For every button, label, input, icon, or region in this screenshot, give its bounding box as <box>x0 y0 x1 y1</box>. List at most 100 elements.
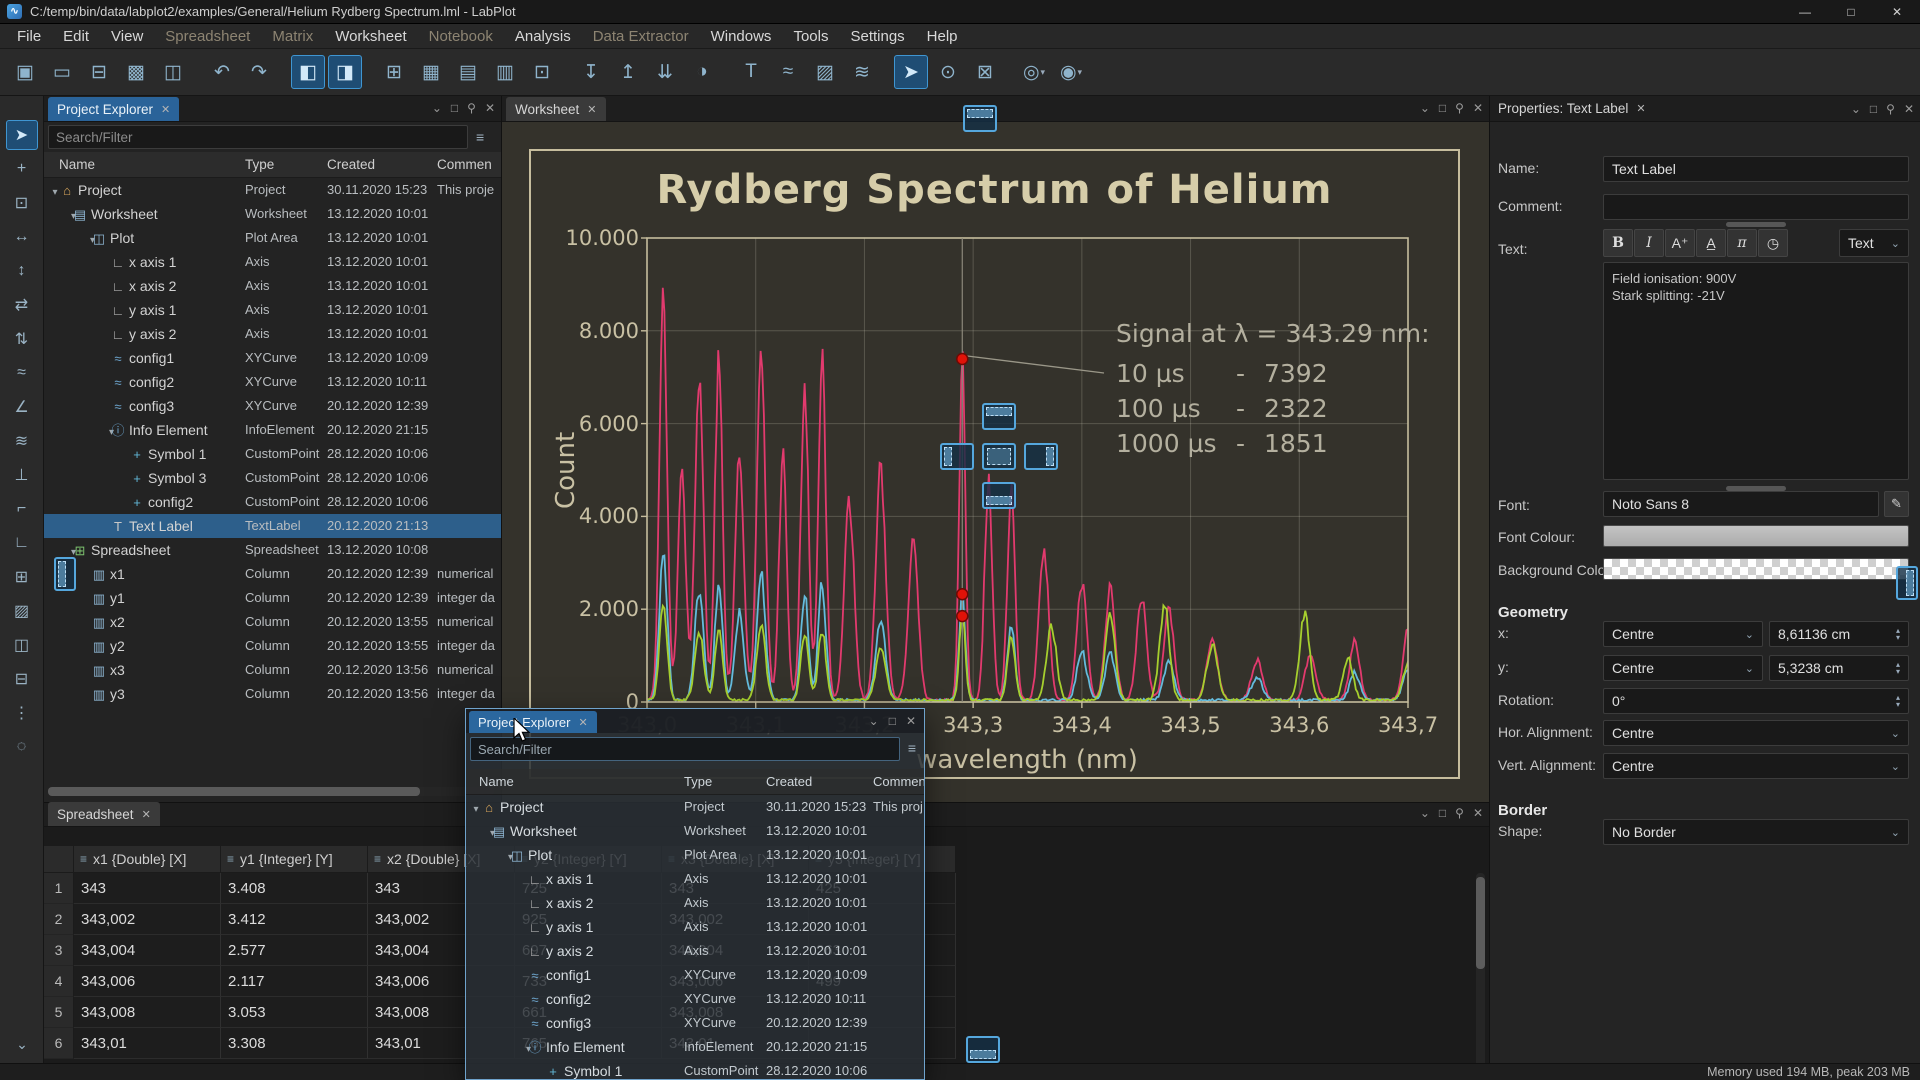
crosshair-button[interactable]: + <box>6 154 38 184</box>
zoom-x-button[interactable]: ↔ <box>6 222 38 252</box>
add-shape-button[interactable]: ◌ <box>6 732 38 762</box>
table-cell[interactable]: 3.308 <box>221 1028 368 1059</box>
dock-float-icon[interactable]: □ <box>889 714 896 728</box>
column-header-name[interactable]: Name <box>479 769 514 795</box>
tree-row-config2[interactable]: +config2CustomPoint28.12.2020 10:06 <box>44 490 501 514</box>
name-input[interactable]: Text Label <box>1603 156 1909 182</box>
tree-row-worksheet[interactable]: ▾▤WorksheetWorksheet13.12.2020 10:01 <box>466 819 924 843</box>
row-number[interactable]: 3 <box>44 935 74 966</box>
table-cell[interactable]: 3.053 <box>221 997 368 1028</box>
dock-float-icon[interactable]: □ <box>451 101 458 115</box>
toggle-properties-explorer-button[interactable]: ◨ <box>328 55 362 89</box>
add-image-button[interactable]: ▨ <box>6 596 38 626</box>
column-header-comment[interactable]: Commen <box>437 152 492 178</box>
dock-menu-icon[interactable]: ⌄ <box>1420 806 1430 820</box>
dock-pin-icon[interactable]: ⚲ <box>1886 102 1895 116</box>
dock-menu-icon[interactable]: ⌄ <box>1420 101 1430 115</box>
add-horizontal-axis-button[interactable]: ⌐ <box>6 494 38 524</box>
italic-button[interactable]: I <box>1634 229 1664 257</box>
table-cell[interactable]: 343,004 <box>74 935 221 966</box>
menu-notebook[interactable]: Notebook <box>418 24 504 49</box>
tree-row-y3[interactable]: ▥y3Column20.12.2020 13:56integer da <box>44 682 501 706</box>
menu-help[interactable]: Help <box>916 24 969 49</box>
menu-data-extractor[interactable]: Data Extractor <box>582 24 700 49</box>
dock-pin-icon[interactable]: ⚲ <box>1455 101 1464 115</box>
import-file-button[interactable]: ↧ <box>574 55 608 89</box>
info-element-label[interactable]: Signal at λ = 343.29 nm: 10 µs-7392100 µ… <box>1116 319 1430 461</box>
filter-options-icon[interactable]: ≡ <box>476 129 484 145</box>
table-cell[interactable]: 2.117 <box>221 966 368 997</box>
comment-input[interactable] <box>1603 194 1909 220</box>
menu-settings[interactable]: Settings <box>839 24 915 49</box>
tab-project-explorer[interactable]: Project Explorer ✕ <box>48 97 179 121</box>
tree-row-x-axis-2[interactable]: ∟x axis 2Axis13.12.2020 10:01 <box>44 274 501 298</box>
new-worksheet-button[interactable]: ▤ <box>451 55 485 89</box>
tree-row-config1[interactable]: ≈config1XYCurve13.12.2020 10:09 <box>466 963 924 987</box>
tree-row-config2[interactable]: ≈config2XYCurve13.12.2020 10:11 <box>466 987 924 1011</box>
minimize-button[interactable]: — <box>1782 0 1828 24</box>
dock-close-icon[interactable]: ✕ <box>1904 102 1914 116</box>
toolbar-overflow-button[interactable]: ⌄ <box>0 1036 44 1053</box>
menu-analysis[interactable]: Analysis <box>504 24 582 49</box>
menu-spreadsheet[interactable]: Spreadsheet <box>154 24 261 49</box>
tree-row-x-axis-1[interactable]: ∟x axis 1Axis13.12.2020 10:01 <box>466 867 924 891</box>
dock-close-icon[interactable]: ✕ <box>485 101 495 115</box>
border-shape-select[interactable]: No Border⌄ <box>1603 819 1909 845</box>
y-anchor-select[interactable]: Centre⌄ <box>1603 655 1763 681</box>
remove-layout-button[interactable]: ⊟ <box>6 664 38 694</box>
tree-row-symbol-1[interactable]: +Symbol 1CustomPoint28.12.2020 10:06 <box>44 442 501 466</box>
hor-alignment-select[interactable]: Centre⌄ <box>1603 720 1909 746</box>
explorer-column-headers[interactable]: Name Type Created Commen <box>466 769 924 795</box>
row-number[interactable]: 5 <box>44 997 74 1028</box>
tree-row-config3[interactable]: ≈config3XYCurve20.12.2020 12:39 <box>44 394 501 418</box>
background-colour-swatch[interactable] <box>1603 558 1909 580</box>
x-position-spinner[interactable]: 8,61136 cm▴▾ <box>1769 621 1909 647</box>
tree-row-x-axis-1[interactable]: ∟x axis 1Axis13.12.2020 10:01 <box>44 250 501 274</box>
tree-row-x1[interactable]: ▥x1Column20.12.2020 12:39numerical <box>44 562 501 586</box>
splitter-handle[interactable] <box>1726 222 1786 227</box>
print-button[interactable]: ▩ <box>119 55 153 89</box>
save-project-button[interactable]: ⊟ <box>82 55 116 89</box>
tree-row-y-axis-1[interactable]: ∟y axis 1Axis13.12.2020 10:01 <box>466 915 924 939</box>
scrollbar-thumb[interactable] <box>48 787 420 796</box>
tree-row-y-axis-2[interactable]: ∟y axis 2Axis13.12.2020 10:01 <box>466 939 924 963</box>
tree-row-plot[interactable]: ▾◫PlotPlot Area13.12.2020 10:01 <box>466 843 924 867</box>
tree-row-spreadsheet[interactable]: ▾⊞SpreadsheetSpreadsheet13.12.2020 10:08 <box>44 538 501 562</box>
bold-button[interactable]: B <box>1603 229 1633 257</box>
column-header-type[interactable]: Type <box>245 152 274 178</box>
new-matrix-button[interactable]: ▦ <box>414 55 448 89</box>
row-number[interactable]: 2 <box>44 904 74 935</box>
tree-row-worksheet[interactable]: ▾▤WorksheetWorksheet13.12.2020 10:01 <box>44 202 501 226</box>
explorer-column-headers[interactable]: Name Type Created Commen <box>44 152 501 178</box>
dock-close-icon[interactable]: ✕ <box>1473 806 1483 820</box>
insert-symbol-button[interactable]: π <box>1727 229 1757 257</box>
column-header-created[interactable]: Created <box>327 152 375 178</box>
select-mode-button[interactable]: ➤ <box>894 55 928 89</box>
tree-row-config1[interactable]: ≈config1XYCurve13.12.2020 10:09 <box>44 346 501 370</box>
new-datapicker-button[interactable]: ⊡ <box>525 55 559 89</box>
tree-row-config3[interactable]: ≈config3XYCurve20.12.2020 12:39 <box>466 1011 924 1035</box>
dock-close-icon[interactable]: ✕ <box>906 714 916 728</box>
tree-row-info-element[interactable]: ▾ⓘInfo ElementInfoElement20.12.2020 21:1… <box>44 418 501 442</box>
print-preview-button[interactable]: ◫ <box>156 55 190 89</box>
rotation-spinner[interactable]: 0°▴▾ <box>1603 688 1909 714</box>
table-cell[interactable]: 343,01 <box>74 1028 221 1059</box>
font-colour-swatch[interactable] <box>1603 525 1909 547</box>
table-cell[interactable]: 3.412 <box>221 904 368 935</box>
tab-spreadsheet[interactable]: Spreadsheet ✕ <box>48 802 160 826</box>
add-layout-button[interactable]: ◫ <box>6 630 38 660</box>
add-grid-button[interactable]: ⊞ <box>6 562 38 592</box>
menu-edit[interactable]: Edit <box>52 24 100 49</box>
select-pointer-button[interactable]: ➤ <box>6 120 38 150</box>
text-mode-select[interactable]: Text ⌄ <box>1839 229 1909 257</box>
color-theme-button[interactable]: ◑ <box>685 55 719 89</box>
zoom-y-button[interactable]: ↕ <box>6 256 38 286</box>
add-angle-button[interactable]: ∠ <box>6 392 38 422</box>
column-header-x1[interactable]: ≡x1 {Double} [X] <box>74 846 221 873</box>
add-curve-button[interactable]: ≈ <box>6 358 38 388</box>
column-header-type[interactable]: Type <box>684 769 712 795</box>
tree-row-project[interactable]: ▾⌂ProjectProject30.11.2020 15:23This pro… <box>44 178 501 202</box>
maximize-button[interactable]: □ <box>1828 0 1874 24</box>
search-input[interactable]: Search/Filter <box>48 125 468 149</box>
tab-worksheet[interactable]: Worksheet ✕ <box>506 97 606 121</box>
